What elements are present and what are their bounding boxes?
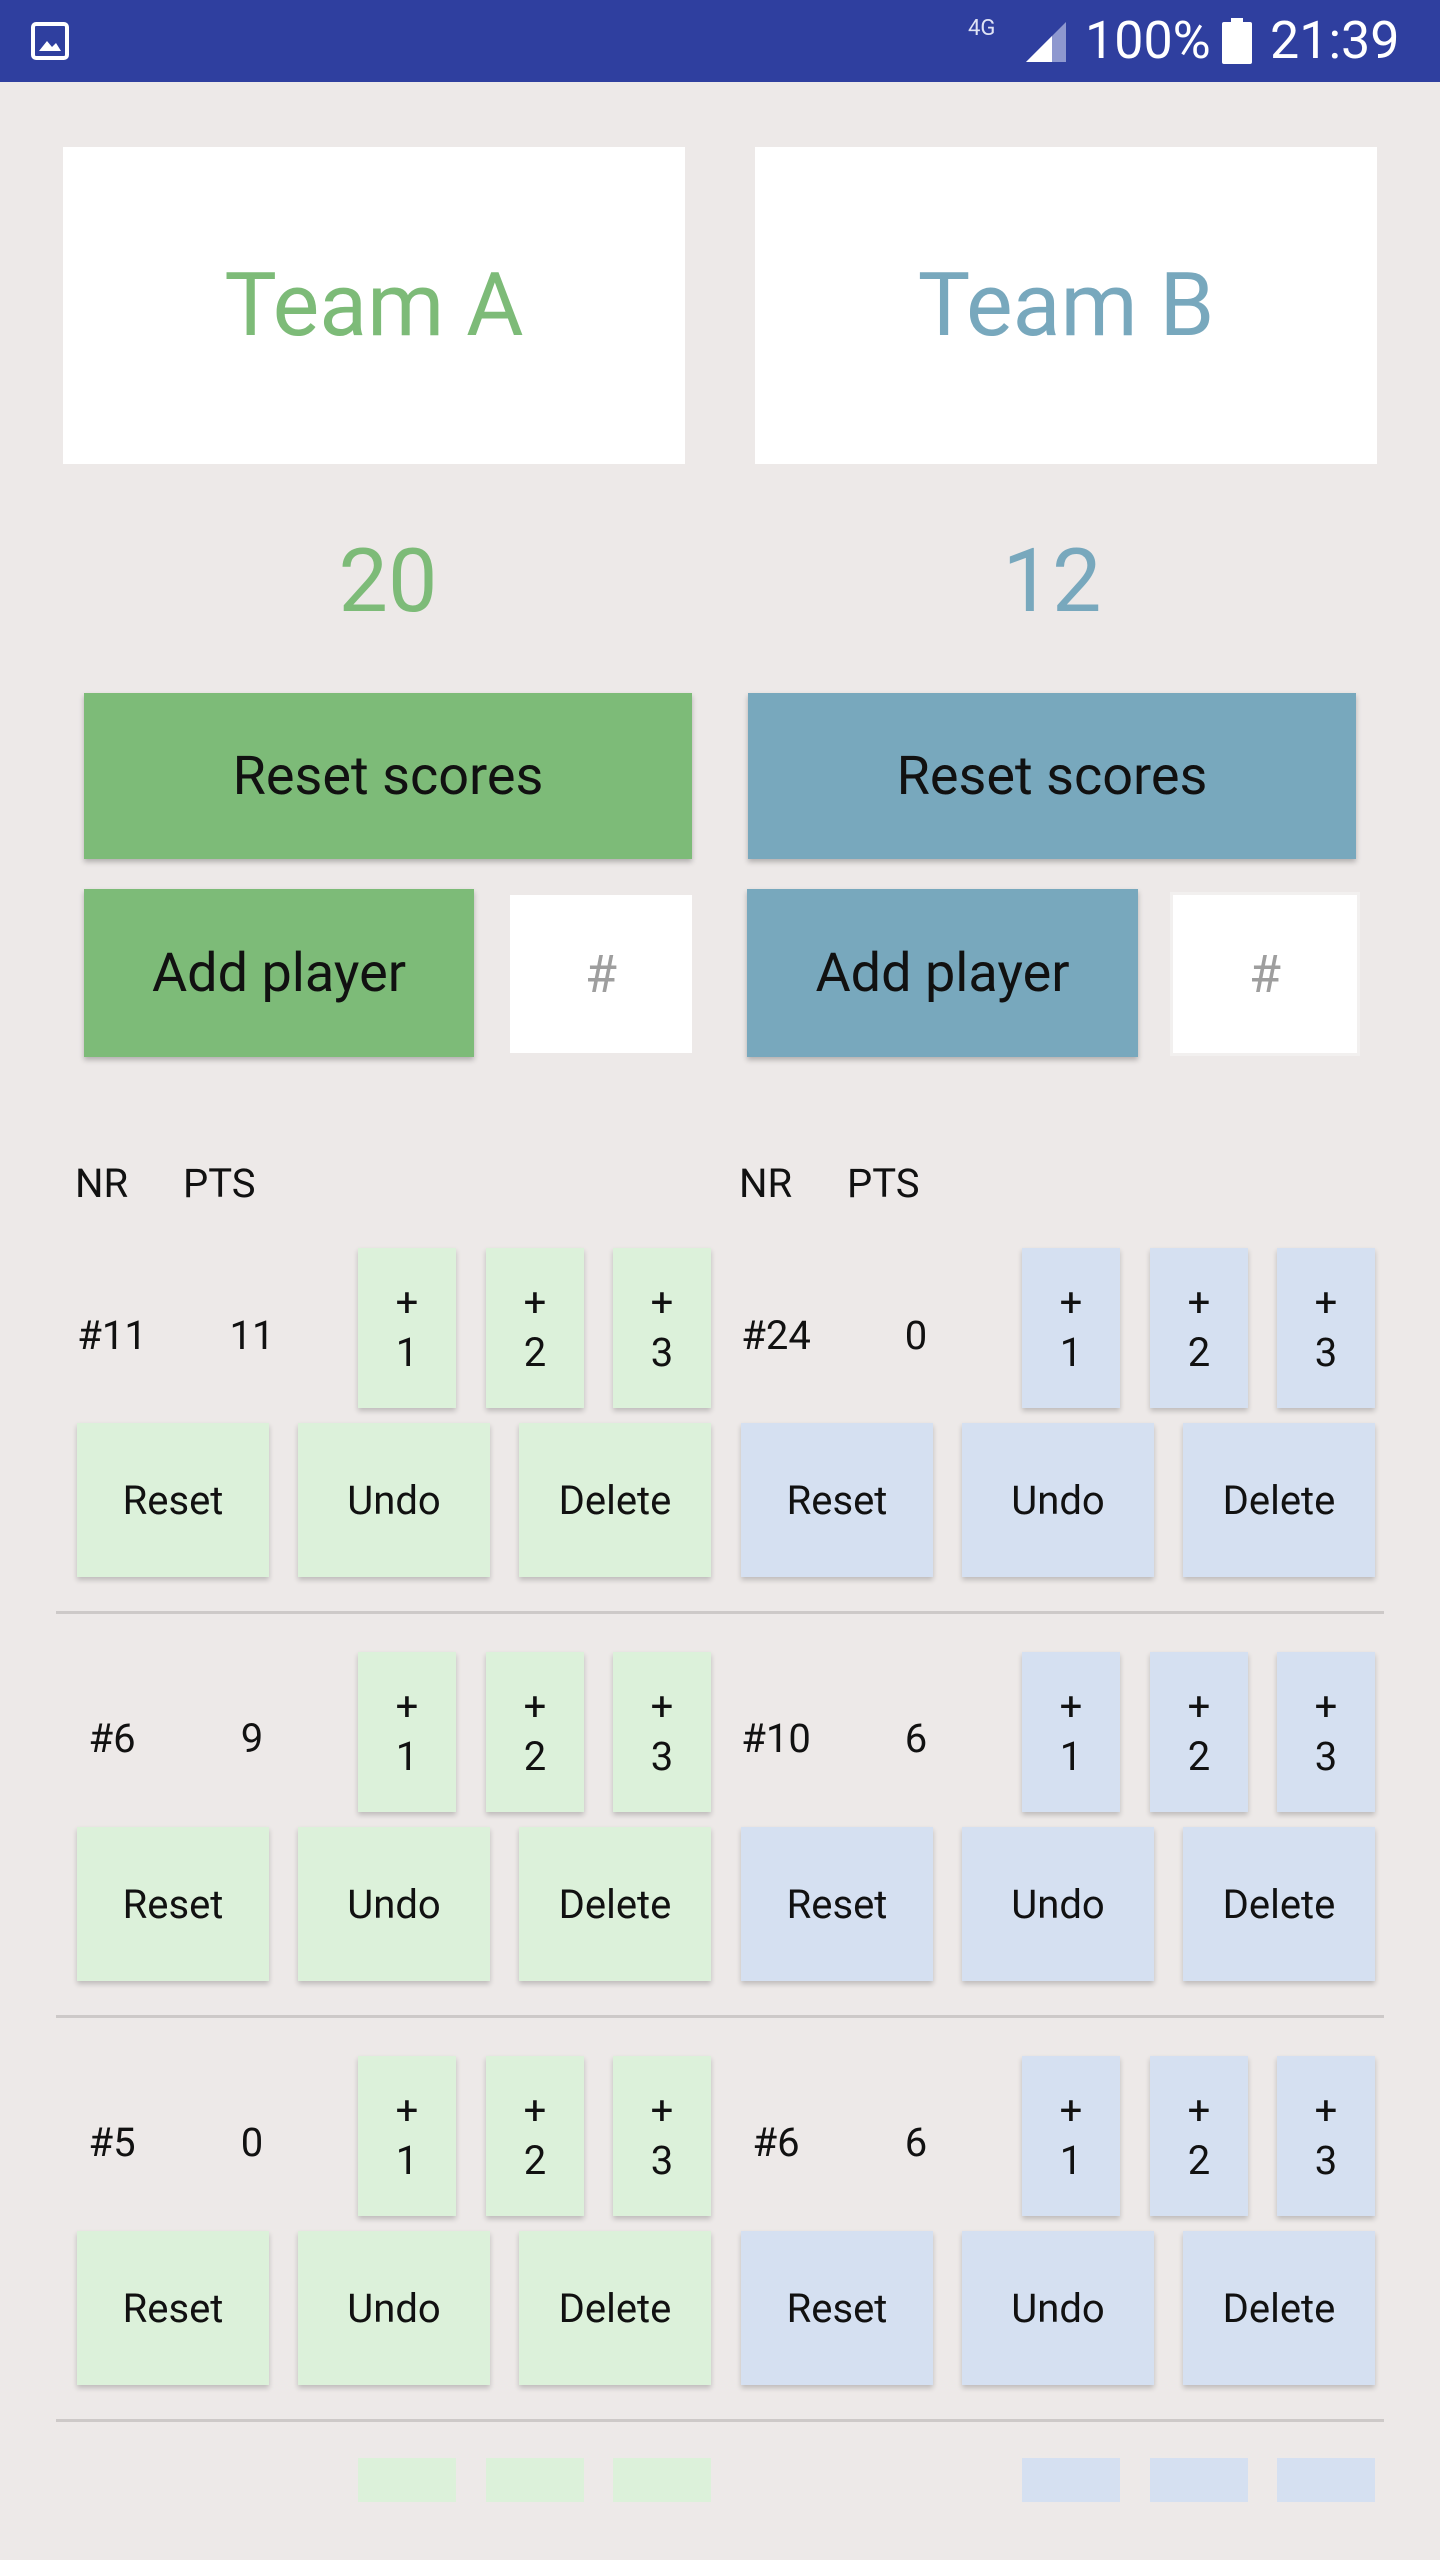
delete-player-button[interactable]: Delete (1183, 2231, 1375, 2385)
undo-button[interactable]: Undo (298, 2231, 490, 2385)
player-points: 0 (904, 1312, 928, 1359)
plus-2-button[interactable]: +2 (1150, 1248, 1248, 1408)
delete-player-button[interactable]: Delete (1183, 1827, 1375, 1981)
delete-player-button[interactable]: Delete (1183, 1423, 1375, 1577)
plus-2-button[interactable] (1150, 2458, 1248, 2502)
plus-1-button[interactable]: +1 (358, 1652, 456, 1812)
plus-3-button[interactable] (1277, 2458, 1375, 2502)
plus-1-button[interactable]: +1 (358, 1248, 456, 1408)
player-number: #6 (752, 2119, 800, 2166)
status-bar: 4G 100% 21:39 (0, 0, 1440, 82)
player-number: #24 (741, 1312, 811, 1359)
player-points: 6 (904, 2119, 928, 2166)
plus-3-button[interactable]: +3 (613, 2056, 711, 2216)
team-b-col-nr: NR (739, 1160, 793, 1207)
team-b-name: Team B (917, 254, 1215, 357)
player-number: #6 (88, 1715, 136, 1762)
team-b-reset-scores-button[interactable]: Reset scores (748, 693, 1356, 859)
plus-2-button[interactable]: +2 (1150, 1652, 1248, 1812)
team-b-player-number-input[interactable]: # (1170, 892, 1360, 1056)
delete-player-button[interactable]: Delete (519, 1423, 711, 1577)
team-a-name-card: Team A (63, 147, 685, 464)
plus-1-button[interactable]: +1 (1022, 1248, 1120, 1408)
plus-2-button[interactable]: +2 (486, 1248, 584, 1408)
row-divider (56, 2419, 1384, 2422)
plus-3-button[interactable] (613, 2458, 711, 2502)
clock: 21:39 (1270, 10, 1400, 71)
undo-button[interactable]: Undo (298, 1827, 490, 1981)
plus-3-button[interactable]: +3 (1277, 2056, 1375, 2216)
team-a-name: Team A (224, 254, 524, 357)
plus-3-button[interactable]: +3 (1277, 1652, 1375, 1812)
reset-player-button[interactable]: Reset (741, 1423, 933, 1577)
player-number: #10 (741, 1715, 811, 1762)
undo-button[interactable]: Undo (298, 1423, 490, 1577)
reset-player-button[interactable]: Reset (741, 2231, 933, 2385)
plus-1-button[interactable] (1022, 2458, 1120, 2502)
row-divider (56, 2015, 1384, 2018)
partial-player-row (0, 2458, 1440, 2502)
player-points: 0 (240, 2119, 264, 2166)
plus-1-button[interactable] (358, 2458, 456, 2502)
team-a-col-nr: NR (75, 1160, 129, 1207)
delete-player-button[interactable]: Delete (519, 2231, 711, 2385)
plus-1-button[interactable]: +1 (1022, 2056, 1120, 2216)
team-a-reset-scores-button[interactable]: Reset scores (84, 693, 692, 859)
plus-2-button[interactable] (486, 2458, 584, 2502)
player-number: #5 (88, 2119, 136, 2166)
team-b-name-card: Team B (755, 147, 1377, 464)
undo-button[interactable]: Undo (962, 2231, 1154, 2385)
reset-player-button[interactable]: Reset (741, 1827, 933, 1981)
plus-1-button[interactable]: +1 (358, 2056, 456, 2216)
plus-2-button[interactable]: +2 (1150, 2056, 1248, 2216)
team-b-col-pts: PTS (847, 1160, 920, 1207)
undo-button[interactable]: Undo (962, 1827, 1154, 1981)
plus-3-button[interactable]: +3 (613, 1248, 711, 1408)
team-b-score: 12 (1002, 530, 1102, 633)
reset-player-button[interactable]: Reset (77, 2231, 269, 2385)
battery-percentage: 100% (1085, 10, 1211, 71)
plus-3-button[interactable]: +3 (613, 1652, 711, 1812)
team-a-col-pts: PTS (183, 1160, 256, 1207)
player-points: 11 (229, 1312, 275, 1359)
player-points: 9 (240, 1715, 264, 1762)
team-a-player-number-input[interactable]: # (510, 895, 692, 1053)
plus-1-button[interactable]: +1 (1022, 1652, 1120, 1812)
delete-player-button[interactable]: Delete (519, 1827, 711, 1981)
team-b-add-player-button[interactable]: Add player (747, 889, 1138, 1057)
image-notification-icon (31, 22, 69, 60)
undo-button[interactable]: Undo (962, 1423, 1154, 1577)
plus-2-button[interactable]: +2 (486, 1652, 584, 1812)
team-a-score: 20 (338, 530, 438, 633)
signal-icon (1026, 22, 1066, 62)
player-number: #11 (77, 1312, 147, 1359)
reset-player-button[interactable]: Reset (77, 1827, 269, 1981)
plus-3-button[interactable]: +3 (1277, 1248, 1375, 1408)
network-type: 4G (968, 16, 996, 41)
player-points: 6 (904, 1715, 928, 1762)
row-divider (56, 1611, 1384, 1614)
reset-player-button[interactable]: Reset (77, 1423, 269, 1577)
battery-icon (1222, 18, 1252, 64)
plus-2-button[interactable]: +2 (486, 2056, 584, 2216)
team-a-add-player-button[interactable]: Add player (84, 889, 474, 1057)
